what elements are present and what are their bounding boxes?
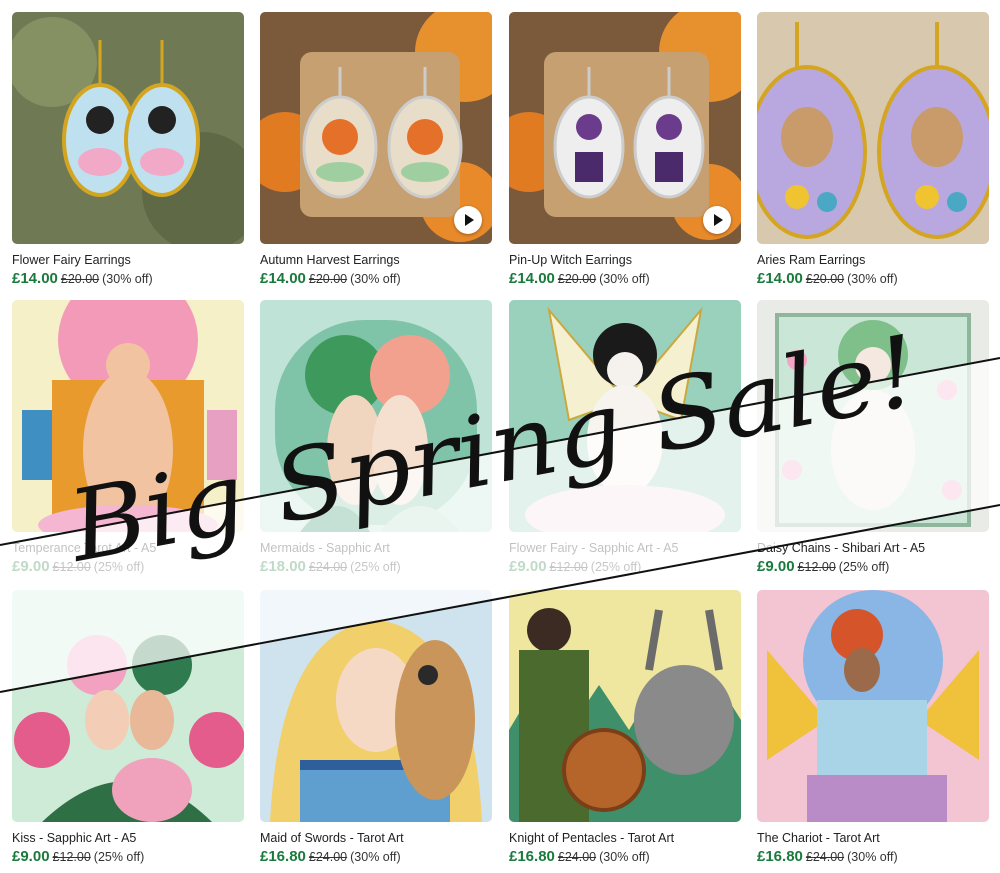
- original-price: £12.00: [549, 560, 588, 574]
- product-image-aries-ram-earrings[interactable]: [757, 12, 989, 244]
- product-image-autumn-harvest-earrings[interactable]: [260, 12, 492, 244]
- product-title[interactable]: Pin-Up Witch Earrings: [509, 253, 741, 268]
- price-line: £18.00 £24.00 (25% off): [260, 558, 492, 576]
- product-image-daisy-chains-shibari-art[interactable]: [757, 300, 989, 532]
- sale-price: £18.00: [260, 558, 306, 575]
- earrings-illustration: [757, 12, 989, 244]
- product-card[interactable]: Mermaids - Sapphic Art £18.00 £24.00 (25% …: [260, 300, 492, 576]
- price-line: £16.80 £24.00 (30% off): [757, 848, 989, 866]
- product-card[interactable]: Aries Ram Earrings £14.00 £20.00 (30% off): [757, 12, 989, 288]
- product-image-flower-fairy-earrings[interactable]: [12, 12, 244, 244]
- price-line: £16.80 £24.00 (30% off): [509, 848, 741, 866]
- product-image-maid-of-swords-tarot-art[interactable]: [260, 590, 492, 822]
- original-price: £24.00: [308, 850, 348, 864]
- product-grid: Flower Fairy Earrings £14.00 £20.00 (30% o…: [0, 0, 1000, 873]
- discount-label: (30% off): [847, 272, 898, 286]
- price-line: £14.00 £20.00 (30% off): [260, 270, 492, 288]
- discount-label: (25% off): [350, 560, 401, 574]
- product-title[interactable]: Mermaids - Sapphic Art: [260, 541, 492, 556]
- earrings-illustration: [12, 12, 244, 244]
- original-price: £24.00: [805, 850, 845, 864]
- sale-price: £16.80: [260, 848, 306, 865]
- discount-label: (25% off): [93, 560, 145, 574]
- sale-price: £9.00: [12, 848, 50, 865]
- original-price: £12.00: [52, 560, 91, 574]
- original-price: £20.00: [308, 272, 348, 286]
- tarot-illustration: [260, 590, 492, 822]
- product-image-pin-up-witch-earrings[interactable]: [509, 12, 741, 244]
- art-illustration: [260, 300, 492, 532]
- product-title[interactable]: Kiss - Sapphic Art - A5: [12, 831, 244, 846]
- sale-price: £14.00: [12, 270, 58, 287]
- original-price: £24.00: [557, 850, 597, 864]
- tarot-illustration: [12, 300, 244, 532]
- product-image-knight-of-pentacles-tarot-art[interactable]: [509, 590, 741, 822]
- tarot-illustration: [509, 590, 741, 822]
- original-price: £12.00: [797, 560, 836, 574]
- product-image-the-chariot-tarot-art[interactable]: [757, 590, 989, 822]
- discount-label: (30% off): [102, 272, 153, 286]
- product-title[interactable]: Autumn Harvest Earrings: [260, 253, 492, 268]
- product-title[interactable]: The Chariot - Tarot Art: [757, 831, 989, 846]
- discount-label: (25% off): [93, 850, 145, 864]
- discount-label: (30% off): [599, 272, 650, 286]
- tarot-illustration: [757, 590, 989, 822]
- sale-price: £14.00: [260, 270, 306, 287]
- product-card[interactable]: Maid of Swords - Tarot Art £16.80 £24.00(…: [260, 590, 492, 866]
- product-title[interactable]: Flower Fairy Earrings: [12, 253, 244, 268]
- play-video-button[interactable]: [703, 206, 731, 234]
- product-title[interactable]: Temperance Tarot Art - A5: [12, 541, 244, 556]
- product-card[interactable]: Flower Fairy - Sapphic Art - A5 £9.00 £12…: [509, 300, 741, 576]
- product-title[interactable]: Daisy Chains - Shibari Art - A5: [757, 541, 989, 556]
- original-price: £20.00: [805, 272, 845, 286]
- play-video-button[interactable]: [454, 206, 482, 234]
- original-price: £20.00: [557, 272, 597, 286]
- sale-price: £16.80: [757, 848, 803, 865]
- discount-label: (25% off): [838, 560, 890, 574]
- product-image-temperance-tarot-art[interactable]: [12, 300, 244, 532]
- product-card[interactable]: The Chariot - Tarot Art £16.80 £24.00 (30%…: [757, 590, 989, 866]
- discount-label: (25% off): [590, 560, 642, 574]
- product-image-kiss-sapphic-art[interactable]: [12, 590, 244, 822]
- product-title[interactable]: Flower Fairy - Sapphic Art - A5: [509, 541, 741, 556]
- art-illustration: [12, 590, 244, 822]
- sale-price: £14.00: [509, 270, 555, 287]
- discount-label: (30% off): [599, 850, 650, 864]
- price-line: £14.00 £20.00 (30% off): [509, 270, 741, 288]
- price-line: £9.00 £12.00 (25% off): [509, 558, 741, 576]
- sale-price: £9.00: [757, 558, 795, 575]
- product-card[interactable]: Pin-Up Witch Earrings £14.00 £20.00 (30% o…: [509, 12, 741, 288]
- original-price: £24.00: [308, 560, 348, 574]
- art-illustration: [757, 300, 989, 532]
- product-card[interactable]: Temperance Tarot Art - A5 £9.00 £12.00 (25…: [12, 300, 244, 576]
- sale-price: £16.80: [509, 848, 555, 865]
- price-line: £14.00 £20.00 (30% off): [757, 270, 989, 288]
- sale-price: £9.00: [509, 558, 547, 575]
- price-line: £9.00 £12.00 (25% off): [12, 558, 244, 576]
- sale-price: £9.00: [12, 558, 50, 575]
- discount-label: (30% off): [350, 850, 401, 864]
- discount-label: (30% off): [350, 272, 401, 286]
- product-image-mermaids-sapphic-art[interactable]: [260, 300, 492, 532]
- product-card[interactable]: Kiss - Sapphic Art - A5 £9.00 £12.00 (25% …: [12, 590, 244, 866]
- product-title[interactable]: Knight of Pentacles - Tarot Art: [509, 831, 741, 846]
- product-card[interactable]: Daisy Chains - Shibari Art - A5 £9.00 £12…: [757, 300, 989, 576]
- product-title[interactable]: Aries Ram Earrings: [757, 253, 989, 268]
- product-card[interactable]: Knight of Pentacles - Tarot Art £16.80 £2…: [509, 590, 741, 866]
- product-card[interactable]: Autumn Harvest Earrings £14.00 £20.00 (30%…: [260, 12, 492, 288]
- discount-label: (30% off): [847, 850, 898, 864]
- sale-price: £14.00: [757, 270, 803, 287]
- original-price: £20.00: [60, 272, 100, 286]
- price-line: £14.00 £20.00 (30% off): [12, 270, 244, 288]
- product-card[interactable]: Flower Fairy Earrings £14.00 £20.00 (30% o…: [12, 12, 244, 288]
- price-line: £9.00 £12.00 (25% off): [757, 558, 989, 576]
- product-image-flower-fairy-sapphic-art[interactable]: [509, 300, 741, 532]
- price-line: £9.00 £12.00 (25% off): [12, 848, 244, 866]
- original-price: £12.00: [52, 850, 91, 864]
- art-illustration: [509, 300, 741, 532]
- price-line: £16.80 £24.00 (30% off): [260, 848, 492, 866]
- product-title[interactable]: Maid of Swords - Tarot Art: [260, 831, 492, 846]
